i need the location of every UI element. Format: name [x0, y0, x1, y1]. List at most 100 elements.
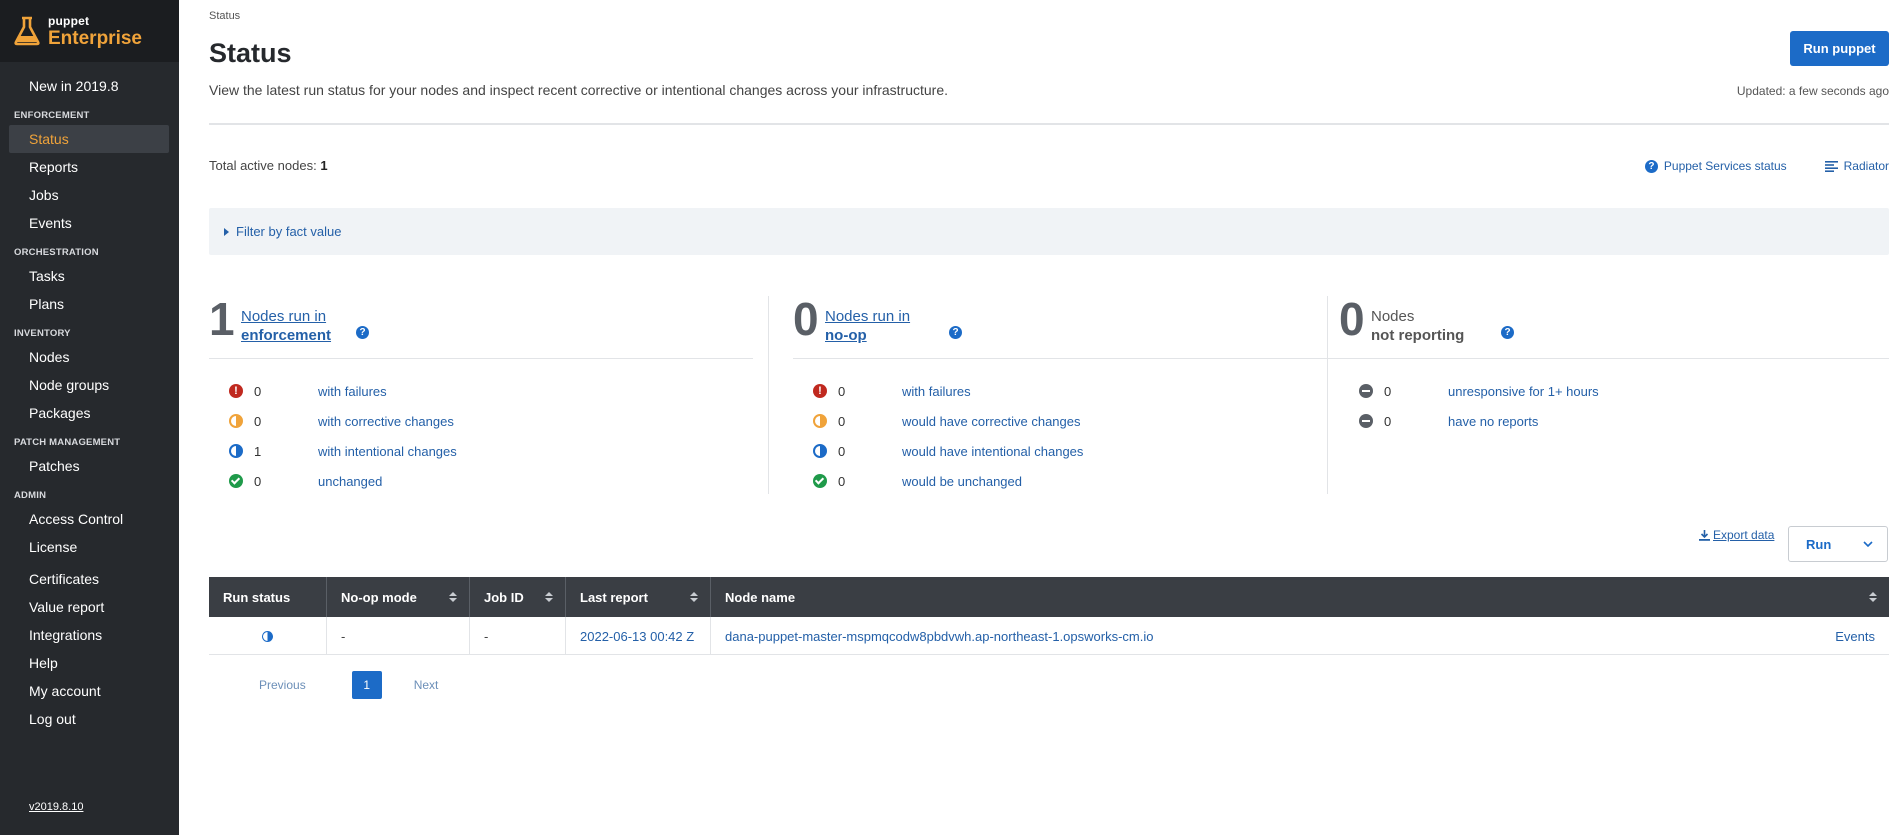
export-data-link[interactable]: Export data — [1699, 528, 1774, 542]
col-noop-mode[interactable]: No-op mode — [327, 577, 470, 617]
sidebar-item-node-groups[interactable]: Node groups — [0, 371, 179, 399]
sidebar-item-reports[interactable]: Reports — [0, 153, 179, 181]
corrective-change-icon — [229, 414, 243, 428]
sidebar-item-my-account[interactable]: My account — [0, 677, 179, 705]
card-divider — [1339, 358, 1889, 359]
sidebar-item-events[interactable]: Events — [0, 209, 179, 237]
cell-job-id: - — [470, 617, 566, 655]
status-link[interactable]: with corrective changes — [318, 414, 454, 429]
total-value: 1 — [320, 158, 328, 173]
col-noop-mode-label: No-op mode — [341, 589, 417, 605]
card-count: 0 — [793, 293, 819, 345]
status-link[interactable]: have no reports — [1448, 414, 1538, 429]
status-link[interactable]: would be unchanged — [902, 474, 1022, 489]
sidebar-item-log-out[interactable]: Log out — [0, 705, 179, 733]
total-active-nodes: Total active nodes: 1 — [209, 158, 328, 173]
card-separator — [1327, 296, 1328, 494]
nav-section-title: INVENTORY — [14, 328, 71, 339]
status-row: 0 unresponsive for 1+ hours — [1359, 381, 1889, 401]
download-icon — [1699, 529, 1710, 541]
sort-icon — [545, 592, 553, 602]
help-icon: ? — [1644, 159, 1658, 173]
help-icon[interactable]: ? — [356, 326, 369, 339]
status-card: 0 Nodes not reporting? 0 unresponsive for 1+… — [1339, 296, 1889, 494]
node-name-link[interactable]: dana-puppet-master-mspmqcodw8pbdvwh.ap-n… — [725, 629, 1153, 644]
failure-icon — [813, 384, 827, 398]
status-row: 0 would be unchanged — [813, 471, 1343, 491]
run-puppet-button[interactable]: Run puppet — [1790, 31, 1889, 66]
sidebar-item-patches[interactable]: Patches — [0, 452, 179, 480]
total-label: Total active nodes: — [209, 158, 317, 173]
chevron-down-icon — [1863, 541, 1873, 547]
cell-node-name: dana-puppet-master-mspmqcodw8pbdvwh.ap-n… — [711, 617, 1889, 655]
col-last-report-label: Last report — [580, 589, 648, 605]
status-count: 0 — [838, 413, 846, 429]
status-link[interactable]: would have intentional changes — [902, 444, 1083, 459]
status-link[interactable]: with failures — [902, 384, 971, 399]
nodes-table: Run status No-op mode Job ID Last report… — [209, 577, 1889, 655]
previous-page-button[interactable]: Previous — [259, 678, 306, 692]
status-link[interactable]: with intentional changes — [318, 444, 457, 459]
sidebar-item-packages[interactable]: Packages — [0, 399, 179, 427]
table-row: - - 2022-06-13 00:42 Z dana-puppet-maste… — [209, 617, 1889, 655]
current-page-button[interactable]: 1 — [351, 671, 382, 699]
status-row: 0 with corrective changes — [229, 411, 753, 431]
services-status-link[interactable]: Puppet Services status — [1664, 159, 1787, 173]
sidebar-item-nodes[interactable]: Nodes — [0, 343, 179, 371]
sidebar-item-certificates[interactable]: Certificates — [0, 565, 179, 593]
nav-new-in[interactable]: New in 2019.8 — [0, 72, 179, 100]
intentional-change-icon — [229, 444, 243, 458]
sidebar-item-license[interactable]: License — [0, 533, 179, 561]
nav-section-title: ADMIN — [14, 490, 47, 501]
radiator-link-wrap[interactable]: Radiator — [1824, 159, 1889, 173]
sidebar-item-integrations[interactable]: Integrations — [0, 621, 179, 649]
sort-icon — [690, 592, 698, 602]
help-icon[interactable]: ? — [1501, 326, 1514, 339]
brand-logo[interactable]: puppet Enterprise — [0, 0, 179, 62]
run-dropdown[interactable]: Run — [1788, 526, 1888, 562]
version-link[interactable]: v2019.8.10 — [29, 801, 83, 813]
status-card: 0 Nodes run in no-op? 0 with failures 0 would … — [793, 296, 1343, 494]
sidebar-item-access-control[interactable]: Access Control — [0, 505, 179, 533]
col-last-report[interactable]: Last report — [566, 577, 711, 617]
services-status-link-wrap[interactable]: ? Puppet Services status — [1644, 159, 1787, 173]
sidebar-item-tasks[interactable]: Tasks — [0, 262, 179, 290]
card-heading-line1: Nodes run in — [825, 308, 911, 325]
status-link[interactable]: unresponsive for 1+ hours — [1448, 384, 1599, 399]
filter-by-fact-toggle[interactable]: Filter by fact value — [209, 208, 1889, 255]
radiator-link[interactable]: Radiator — [1844, 159, 1889, 173]
last-report-link[interactable]: 2022-06-13 00:42 Z — [580, 629, 694, 644]
status-count: 0 — [838, 443, 846, 459]
cell-run-status — [209, 617, 327, 655]
col-node-name[interactable]: Node name — [711, 577, 1889, 617]
col-run-status: Run status — [209, 577, 327, 617]
sidebar-item-status[interactable]: Status — [9, 125, 169, 153]
card-heading-link[interactable]: Nodes run in enforcement — [241, 307, 331, 345]
status-link[interactable]: with failures — [318, 384, 387, 399]
run-dropdown-label: Run — [1806, 536, 1832, 552]
page-subtitle: View the latest run status for your node… — [209, 82, 949, 98]
status-row: 1 with intentional changes — [229, 441, 753, 461]
status-link[interactable]: would have corrective changes — [902, 414, 1081, 429]
status-link[interactable]: unchanged — [318, 474, 382, 489]
sidebar-item-value-report[interactable]: Value report — [0, 593, 179, 621]
page-title: Status — [209, 38, 292, 68]
help-icon[interactable]: ? — [949, 326, 962, 339]
status-row: 0 with failures — [813, 381, 1343, 401]
failure-icon — [229, 384, 243, 398]
status-count: 1 — [254, 443, 262, 459]
cell-noop: - — [327, 617, 470, 655]
breadcrumb: Status — [209, 10, 241, 22]
next-page-button[interactable]: Next — [414, 678, 439, 692]
status-count: 0 — [254, 413, 262, 429]
col-job-id[interactable]: Job ID — [470, 577, 566, 617]
card-count: 0 — [1339, 293, 1365, 345]
export-data-label: Export data — [1713, 528, 1775, 542]
card-heading-link[interactable]: Nodes run in no-op — [825, 307, 910, 345]
sidebar-item-help[interactable]: Help — [0, 649, 179, 677]
sidebar-item-plans[interactable]: Plans — [0, 290, 179, 318]
flask-icon — [14, 16, 40, 46]
status-row: 0 would have intentional changes — [813, 441, 1343, 461]
sidebar-item-jobs[interactable]: Jobs — [0, 181, 179, 209]
events-link[interactable]: Events — [1835, 629, 1875, 644]
